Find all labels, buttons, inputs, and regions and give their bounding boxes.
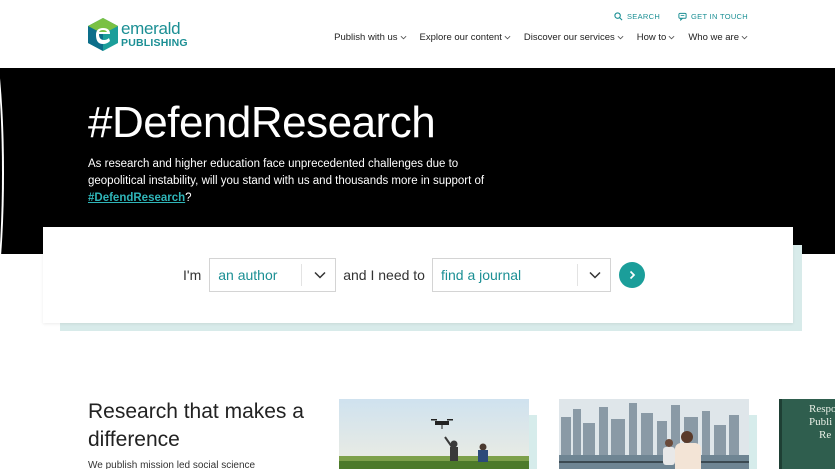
hero-body-tail: ? [185,192,192,204]
chevron-down-icon [504,35,511,40]
city-skyline-image[interactable] [559,399,749,469]
city-skyline-illustration [559,399,749,469]
chevron-down-icon [741,35,748,40]
role-select-value: an author [218,267,278,283]
emerald-logo-icon [88,18,118,51]
emerald-logo[interactable]: emerald PUBLISHING [88,18,188,51]
nav-publish-with-us[interactable]: Publish with us [334,32,406,43]
role-select[interactable]: an author [209,258,337,292]
finder-row: I'm an author and I need to find a journ… [183,258,645,292]
book-cover-image[interactable]: Respo Publi Re [779,399,835,469]
section-text: We publish mission led social science [88,460,256,469]
select-controls [576,264,602,286]
nav-label: How to [636,32,667,43]
task-select[interactable]: find a journal [431,258,611,292]
nav-label: Who we are [688,32,739,43]
utility-nav: SEARCH GET IN TOUCH [614,12,748,21]
hero-body: As research and higher education face un… [88,156,488,207]
book-cover-title: Respo Publi Re [809,403,835,442]
get-in-touch-link[interactable]: GET IN TOUCH [678,12,748,21]
hero-body-text: As research and higher education face un… [88,158,485,187]
logo-line2: PUBLISHING [121,37,188,50]
book-title-line2: Publi [809,416,833,428]
finder-label-im: I'm [183,267,202,283]
select-divider [576,264,578,286]
chevron-down-icon [400,35,406,40]
nav-label: Explore our content [419,32,502,43]
get-in-touch-label: GET IN TOUCH [691,12,748,21]
book-title-line1: Respo [809,403,835,415]
logo-wordmark: emerald PUBLISHING [121,20,188,49]
site-header: emerald PUBLISHING SEARCH GET IN TOUCH P… [0,0,835,68]
chevron-down-icon [668,35,675,40]
drone-field-illustration [339,399,529,469]
section-title: Research that makes a difference [88,400,304,451]
chevron-down-icon [617,35,624,40]
nav-how-to[interactable]: How to [637,32,676,43]
finder-label-need: and I need to [343,267,425,283]
go-button[interactable] [618,262,645,288]
nav-explore-our-content[interactable]: Explore our content [420,32,511,43]
book-title-line3: Re [819,429,832,441]
chevron-down-icon [314,271,326,279]
chat-icon [678,12,687,21]
chevron-right-icon [629,270,636,280]
search-link[interactable]: SEARCH [614,12,660,21]
hero-title: #DefendResearch [88,98,436,147]
drone-field-image[interactable] [339,399,529,469]
search-icon [614,12,623,21]
defend-research-link[interactable]: #DefendResearch [88,192,185,204]
task-select-value: find a journal [440,267,522,283]
select-divider [300,264,302,286]
nav-who-we-are[interactable]: Who we are [688,32,748,43]
chevron-down-icon [589,271,601,279]
nav-discover-our-services[interactable]: Discover our services [524,32,624,43]
search-label: SEARCH [626,12,661,21]
main-nav: Publish with us Explore our content Disc… [334,32,748,43]
nav-label: Discover our services [523,32,615,43]
nav-label: Publish with us [334,32,398,43]
logo-line1: emerald [121,19,181,39]
hero-decorative-arc [0,68,4,254]
journey-finder: I'm an author and I need to find a journ… [43,227,793,323]
